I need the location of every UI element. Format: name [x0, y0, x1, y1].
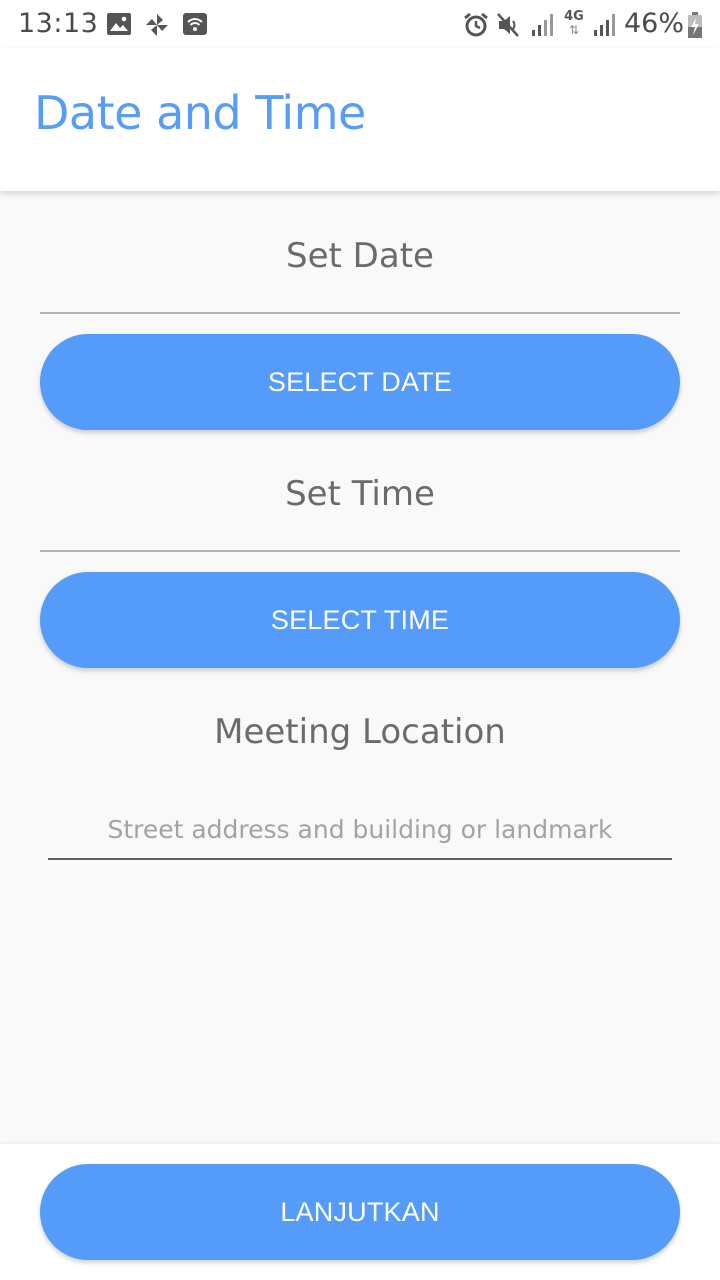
select-date-button[interactable]: SELECT DATE — [40, 334, 680, 430]
bottom-bar: LANJUTKAN — [0, 1144, 720, 1280]
select-time-button[interactable]: SELECT TIME — [40, 572, 680, 668]
set-time-label: Set Time — [285, 474, 435, 514]
time-divider — [40, 550, 680, 552]
continue-button[interactable]: LANJUTKAN — [40, 1164, 680, 1260]
page-title: Date and Time — [34, 86, 366, 140]
mute-icon — [497, 13, 519, 37]
alarm-icon — [464, 12, 488, 37]
battery-percent: 46% — [624, 8, 685, 39]
battery-charging-icon — [688, 12, 702, 38]
4g-icon: 4G ⇅ — [564, 9, 584, 37]
meeting-location-label: Meeting Location — [214, 712, 506, 752]
status-bar: 13:13 4G ⇅ 46% — [0, 0, 720, 48]
status-time: 13:13 — [18, 8, 99, 39]
app-bar: Date and Time — [0, 48, 720, 191]
pinwheel-icon — [146, 14, 168, 36]
signal-icon — [594, 14, 615, 36]
gallery-icon — [107, 13, 131, 35]
set-date-label: Set Date — [286, 236, 434, 276]
signal-icon — [532, 14, 553, 36]
date-divider — [40, 312, 680, 314]
wifi-icon — [183, 13, 207, 35]
location-input[interactable] — [48, 800, 672, 860]
